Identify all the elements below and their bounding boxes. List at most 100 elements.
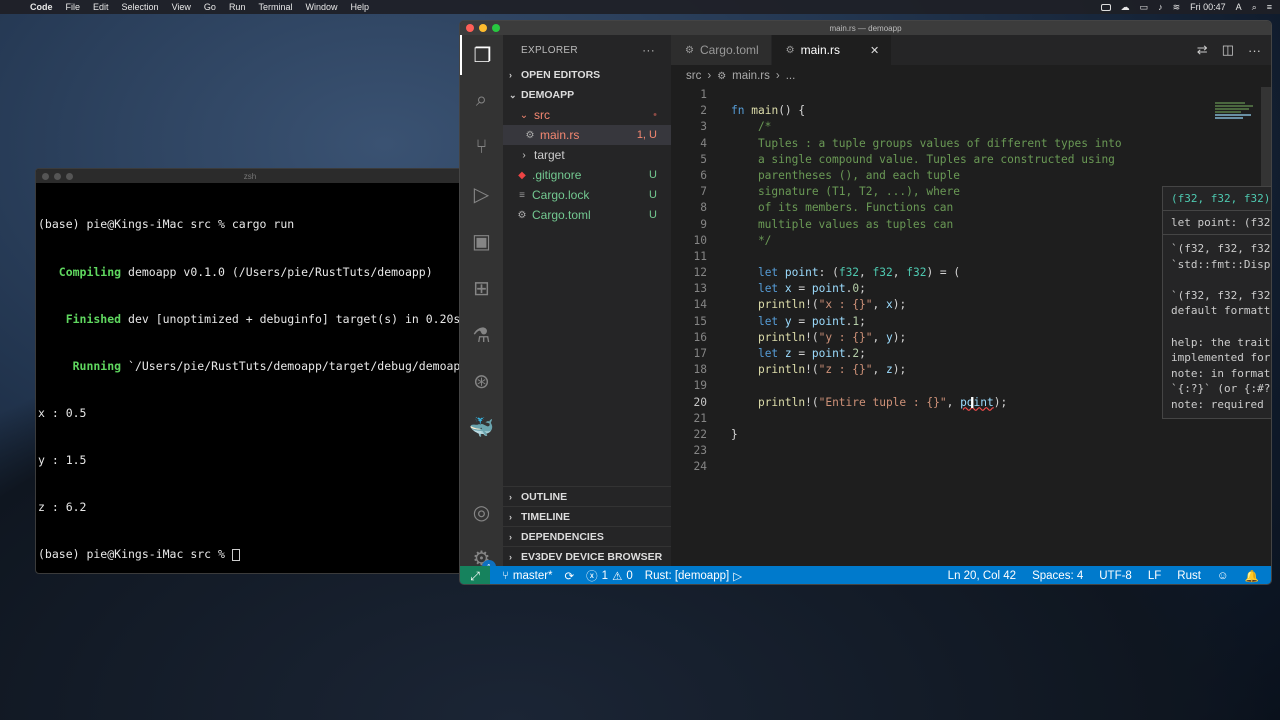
cursor-position[interactable]: Ln 20, Col 42 — [948, 570, 1016, 582]
line-number: 5 — [700, 152, 707, 166]
tab-cargo-toml[interactable]: ⚙ Cargo.toml — [671, 35, 772, 65]
project-section[interactable]: ⌄ DEMOAPP — [503, 85, 671, 105]
menu-window[interactable]: Window — [305, 2, 337, 12]
code-line[interactable]: 22} — [671, 427, 1271, 443]
code-line-text: a single compound value. Tuples are cons… — [731, 152, 1115, 166]
spotlight-icon[interactable]: ⌕ — [1252, 2, 1257, 13]
terminal-titlebar[interactable]: zsh — [36, 169, 464, 183]
code-line[interactable]: 3 /* — [671, 119, 1271, 135]
more-actions-icon[interactable]: ··· — [1248, 43, 1261, 58]
extensions-icon[interactable]: ⊞ — [460, 268, 503, 308]
code-line-text: Tuples : a tuple groups values of differ… — [731, 136, 1122, 150]
menu-selection[interactable]: Selection — [122, 2, 159, 12]
sync-icon[interactable]: ⟳ — [565, 569, 575, 583]
search-icon[interactable]: ⌕ — [460, 80, 503, 120]
problems-indicator[interactable]: ⓧ 1 ⚠ 0 — [586, 568, 633, 584]
breadcrumb: src › ⚙ main.rs › ... — [671, 65, 1271, 87]
remote-explorer-icon[interactable]: ▣ — [460, 221, 503, 261]
menu-app-name[interactable]: Code — [30, 2, 53, 12]
menu-file[interactable]: File — [66, 2, 81, 12]
line-number: 23 — [693, 444, 707, 458]
outline-section[interactable]: › OUTLINE — [503, 486, 671, 506]
account-icon[interactable]: ◎ — [460, 492, 503, 532]
menu-go[interactable]: Go — [204, 2, 216, 12]
timeline-section[interactable]: › TIMELINE — [503, 506, 671, 526]
rust-status[interactable]: Rust: [demoapp] ▷ — [645, 569, 742, 583]
code-line[interactable]: 1 — [671, 87, 1271, 103]
line-number: 17 — [693, 347, 707, 360]
end-of-line[interactable]: LF — [1148, 570, 1161, 582]
window-title: main.rs — demoapp — [829, 23, 902, 33]
ev3dev-section[interactable]: › EV3DEV DEVICE BROWSER — [503, 546, 671, 566]
code-line-text: /* — [731, 120, 772, 134]
close-icon[interactable]: ✕ — [870, 44, 879, 57]
tree-item-cargo-toml[interactable]: ⚙ Cargo.toml U — [503, 205, 671, 225]
code-line-text: } — [731, 427, 738, 441]
dependencies-section[interactable]: › DEPENDENCIES — [503, 526, 671, 546]
menu-help[interactable]: Help — [350, 2, 369, 12]
editor-area[interactable]: ⚙ Cargo.toml ⚙ main.rs ✕ ⇄ ◫ ··· src › ⚙… — [671, 35, 1271, 566]
tree-item-main-rs[interactable]: ⚙ main.rs 1, U — [503, 125, 671, 145]
code-line[interactable]: 24 — [671, 459, 1271, 475]
text-cursor-icon: I — [970, 395, 975, 412]
more-actions-icon[interactable]: ··· — [642, 43, 655, 57]
screen-record-icon[interactable] — [1100, 3, 1111, 11]
code-line-text: multiple values as tuples can — [731, 217, 954, 231]
cloud-icon[interactable]: ☁ — [1121, 2, 1130, 13]
line-number: 9 — [700, 217, 707, 231]
testing-icon[interactable]: ⚗ — [460, 315, 503, 355]
docker-icon[interactable]: 🐳 — [460, 407, 503, 447]
code-line[interactable]: 5 a single compound value. Tuples are co… — [671, 152, 1271, 168]
menu-edit[interactable]: Edit — [93, 2, 109, 12]
git-branch[interactable]: ⑂ master* — [502, 570, 553, 582]
menu-terminal[interactable]: Terminal — [258, 2, 292, 12]
line-number: 13 — [693, 282, 707, 296]
breadcrumb-item[interactable]: src — [686, 70, 701, 82]
remote-icon[interactable]: ⤢ — [460, 566, 490, 584]
minimap[interactable] — [1215, 101, 1259, 129]
wifi-icon[interactable]: ≋ — [1173, 2, 1181, 13]
volume-icon[interactable]: ♪ — [1158, 2, 1163, 12]
tab-main-rs[interactable]: ⚙ main.rs ✕ — [771, 35, 893, 65]
vscode-titlebar[interactable]: main.rs — demoapp — [460, 21, 1271, 35]
menu-run[interactable]: Run — [229, 2, 246, 12]
code-line[interactable]: 6 parentheses (), and each tuple — [671, 168, 1271, 184]
code-line[interactable]: 4 Tuples : a tuple groups values of diff… — [671, 136, 1271, 152]
feedback-icon[interactable]: ☺ — [1217, 570, 1229, 582]
tree-item-target[interactable]: › target — [503, 145, 671, 165]
control-center-icon[interactable]: ≡ — [1267, 2, 1272, 12]
terminal-line: y : 1.5 — [38, 452, 87, 467]
tree-item-gitignore[interactable]: ◆ .gitignore U — [503, 165, 671, 185]
tree-item-src[interactable]: ⌄ src • — [503, 105, 671, 125]
breadcrumb-item[interactable]: main.rs — [732, 70, 770, 82]
tree-item-label: target — [534, 148, 565, 162]
run-debug-icon[interactable]: ▷ — [460, 174, 503, 214]
notifications-icon[interactable]: 🔔 — [1245, 569, 1259, 583]
explorer-icon[interactable]: ❐ — [460, 35, 503, 75]
breadcrumb-item[interactable]: ... — [786, 70, 796, 82]
vscode-window[interactable]: main.rs — demoapp ❐ ⌕ ⑂ ▷ ▣ ⊞ ⚗ ⊛ 🐳 ◎ ⚙ … — [459, 20, 1272, 585]
line-number: 11 — [693, 249, 707, 263]
language-mode[interactable]: Rust — [1177, 570, 1201, 582]
open-changes-icon[interactable]: ⇄ — [1197, 42, 1208, 58]
source-control-icon[interactable]: ⑂ — [460, 127, 503, 167]
tree-item-cargo-lock[interactable]: ≡ Cargo.lock U — [503, 185, 671, 205]
section-label: OUTLINE — [521, 490, 568, 503]
menu-view[interactable]: View — [172, 2, 191, 12]
tree-item-status: U — [649, 189, 657, 201]
ev3dev-icon[interactable]: ⊛ — [460, 361, 503, 401]
user-icon[interactable]: A — [1236, 2, 1242, 12]
code-line[interactable]: 23 — [671, 443, 1271, 459]
open-editors-section[interactable]: › OPEN EDITORS — [503, 65, 671, 85]
code-line[interactable]: 2 fn main() { — [671, 103, 1271, 119]
terminal-window[interactable]: zsh (base) pie@Kings-iMac src % cargo ru… — [35, 168, 465, 574]
terminal-output[interactable]: (base) pie@Kings-iMac src % cargo run Co… — [36, 183, 464, 573]
line-number: 4 — [700, 136, 707, 150]
display-icon[interactable]: ▭ — [1140, 2, 1149, 13]
clock[interactable]: Fri 00:47 — [1190, 2, 1226, 12]
split-editor-icon[interactable]: ◫ — [1222, 42, 1234, 58]
encoding[interactable]: UTF-8 — [1099, 570, 1132, 582]
indentation[interactable]: Spaces: 4 — [1032, 570, 1083, 582]
line-number: 22 — [693, 427, 707, 441]
